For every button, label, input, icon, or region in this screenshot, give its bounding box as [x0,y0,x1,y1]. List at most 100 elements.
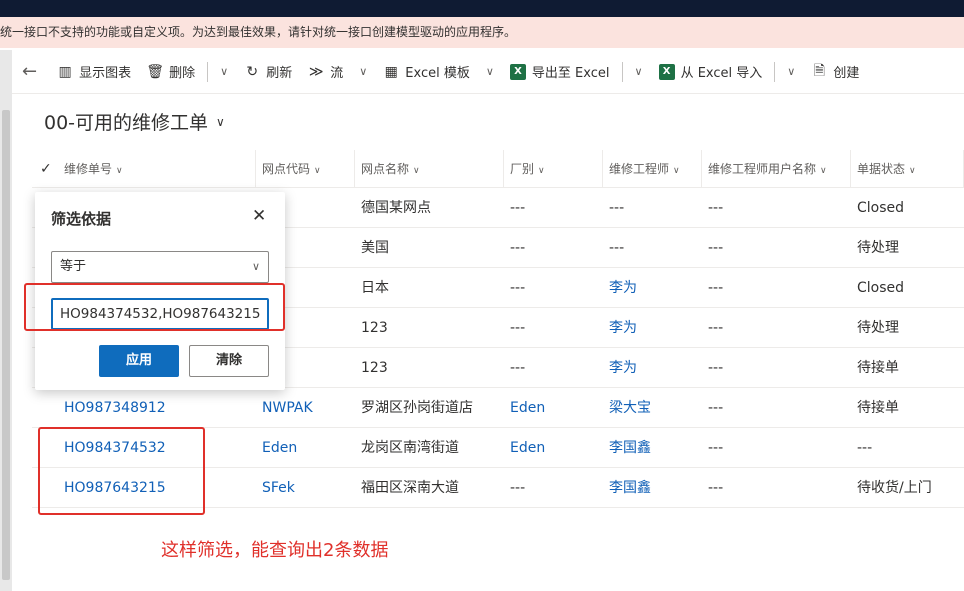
outlet-code-link[interactable]: NWPAK [256,388,355,428]
chevron-down-icon: ∨ [820,166,827,176]
engineer-user-cell: --- [708,440,724,456]
outlet-name-cell: 123 [361,360,388,376]
chevron-down-icon: ∨ [216,114,225,129]
outlet-name-cell: 龙岗区南湾街道 [361,440,459,456]
create-button[interactable]: 🗎 创建 [803,50,867,93]
chevron-down-icon: ∨ [538,166,545,176]
column-header-order[interactable]: 维修单号 ∨ [58,150,256,188]
filter-value-input[interactable]: HO984374532,HO987643215 [51,298,269,330]
table-row[interactable]: HO987348912 NWPAK 罗湖区孙岗街道店 Eden 梁大宝 --- … [32,388,964,428]
delete-more-chevron[interactable]: ∨ [212,50,236,93]
refresh-icon: ↻ [246,63,259,80]
divider [621,61,623,82]
divider [774,61,776,82]
engineer-link[interactable]: 李为 [603,348,702,388]
chevron-down-icon: ∨ [413,166,420,176]
engineer-user-cell: --- [708,280,724,296]
factory-cell: --- [510,240,526,256]
outlet-code-link[interactable]: SFek [256,468,355,508]
flow-label: 流 [330,66,344,81]
status-cell: 待处理 [857,320,899,336]
factory-cell: --- [510,360,526,376]
outlet-name-cell: 123 [361,320,388,336]
order-number-link[interactable]: HO987348912 [58,388,256,428]
chevron-down-icon: ∨ [314,166,321,176]
view-title: 00-可用的维修工单 [44,112,209,134]
column-header-status[interactable]: 单据状态 ∨ [851,150,964,188]
outlet-name-cell: 德国某网点 [361,200,431,216]
engineer-user-cell: --- [708,400,724,416]
left-scroll-cap [0,50,12,94]
export-chevron[interactable]: ∨ [627,50,651,93]
flow-button[interactable]: ≫ 流 [300,50,351,93]
scrollbar-thumb[interactable] [2,110,10,580]
engineer-link[interactable]: 李国鑫 [603,428,702,468]
factory-link[interactable]: Eden [504,428,603,468]
excel-template-chevron[interactable]: ∨ [478,50,502,93]
refresh-button[interactable]: ↻ 刷新 [236,50,300,93]
trash-icon: 🗑 [146,63,164,80]
column-header-engineer-user[interactable]: 维修工程师用户名称 ∨ [702,150,851,188]
import-chevron[interactable]: ∨ [779,50,803,93]
status-cell: 待接单 [857,360,899,376]
clear-button[interactable]: 清除 [189,345,269,377]
factory-cell: --- [510,200,526,216]
column-header-code[interactable]: 网点代码 ∨ [256,150,355,188]
import-excel-button[interactable]: X 从 Excel 导入 [651,50,771,93]
grid-header: ✓ 维修单号 ∨ 网点代码 ∨ 网点名称 ∨ 厂别 ∨ 维修工程师 ∨ 维修工程师用户名称… [32,150,964,188]
outlet-code-link[interactable]: Eden [256,428,355,468]
engineer-cell: --- [609,240,625,256]
outlet-name-cell: 福田区深南大道 [361,480,459,496]
status-cell: Closed [857,200,905,216]
filter-operator-value: 等于 [60,259,87,274]
top-nav-bar [0,0,964,17]
table-row[interactable]: HO984374532 Eden 龙岗区南湾街道 Eden 李国鑫 --- --… [32,428,964,468]
warning-text: 统一接口不支持的功能或自定义项。为达到最佳效果，请针对统一接口创建模型驱动的应用… [0,25,517,39]
filter-operator-select[interactable]: 等于 ∨ [51,251,269,283]
flow-chevron[interactable]: ∨ [351,50,375,93]
excel-template-button[interactable]: ▦ Excel 模板 [375,50,478,93]
excel-icon: X [658,63,675,80]
engineer-cell: --- [609,200,625,216]
command-bar: ← ▥ 显示图表 🗑 删除 ∨ ↻ 刷新 ≫ 流 ∨ ▦ Excel 模板 ∨ X 导出至 … [12,50,964,94]
back-button[interactable]: ← [12,50,49,93]
chevron-down-icon: ∨ [909,166,916,176]
filter-popup: 筛选依据 ✕ 等于 ∨ HO984374532,HO987643215 应用 清… [35,192,285,390]
status-cell: 待收货/上门 [857,480,932,496]
export-excel-button[interactable]: X 导出至 Excel [502,50,618,93]
document-icon: 🗎 [813,62,825,79]
column-header-factory[interactable]: 厂别 ∨ [504,150,603,188]
engineer-link[interactable]: 李为 [603,268,702,308]
column-header-engineer[interactable]: 维修工程师 ∨ [603,150,702,188]
outlet-name-cell: 美国 [361,240,389,256]
chevron-down-icon: ∨ [673,166,680,176]
select-all-checkmark-icon[interactable]: ✓ [40,150,52,188]
outlet-name-cell: 罗湖区孙岗街道店 [361,400,473,416]
scrollbar[interactable] [0,94,12,591]
order-number-link[interactable]: HO984374532 [58,428,256,468]
engineer-link[interactable]: 梁大宝 [603,388,702,428]
show-chart-label: 显示图表 [79,66,132,81]
engineer-user-cell: --- [708,480,724,496]
chart-icon: ▥ [58,63,72,80]
show-chart-button[interactable]: ▥ 显示图表 [49,50,139,93]
flow-icon: ≫ [308,63,324,80]
order-number-link[interactable]: HO987643215 [58,468,256,508]
close-icon[interactable]: ✕ [252,206,266,226]
engineer-link[interactable]: 李国鑫 [603,468,702,508]
apply-button[interactable]: 应用 [99,345,179,377]
chevron-down-icon: ∨ [251,260,260,273]
factory-link[interactable]: Eden [504,388,603,428]
column-header-name[interactable]: 网点名称 ∨ [355,150,504,188]
table-row[interactable]: HO987643215 SFek 福田区深南大道 --- 李国鑫 --- 待收货… [32,468,964,508]
create-label: 创建 [833,66,860,81]
filter-popup-title: 筛选依据 [51,210,112,228]
engineer-user-cell: --- [708,360,724,376]
delete-label: 删除 [169,66,196,81]
delete-button[interactable]: 🗑 删除 [139,50,203,93]
view-selector[interactable]: 00-可用的维修工单 ∨ [44,108,225,135]
factory-cell: --- [510,320,526,336]
excel-template-label: Excel 模板 [405,66,470,81]
export-excel-label: 导出至 Excel [531,66,610,81]
engineer-link[interactable]: 李为 [603,308,702,348]
